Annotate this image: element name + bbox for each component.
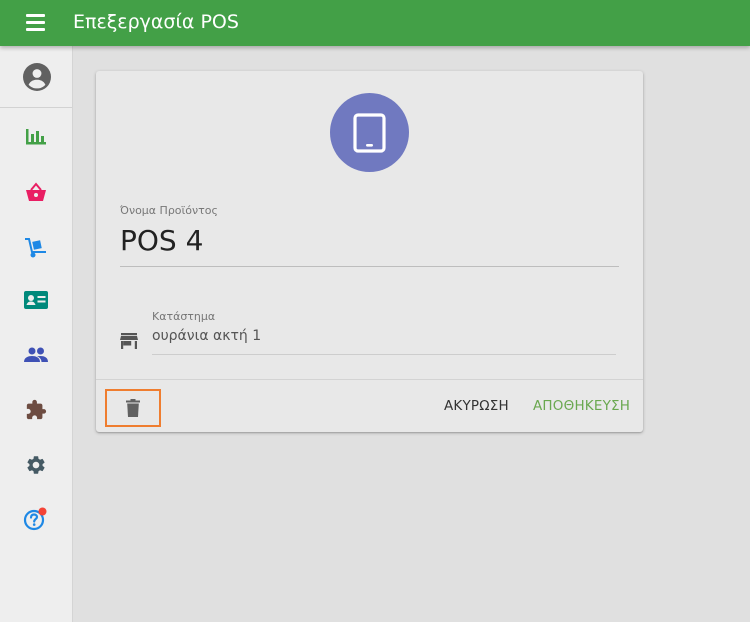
device-avatar xyxy=(330,93,409,172)
sidebar-item-help[interactable] xyxy=(0,497,72,541)
help-icon xyxy=(23,507,47,531)
tablet-icon xyxy=(353,113,386,153)
sidebar xyxy=(0,46,73,622)
cancel-button[interactable]: ΑΚΥΡΩΣΗ xyxy=(444,398,509,414)
sidebar-item-contacts[interactable] xyxy=(0,278,72,322)
sidebar-item-extensions[interactable] xyxy=(0,388,72,432)
trash-icon xyxy=(126,399,140,417)
sidebar-item-deliveries[interactable] xyxy=(0,226,72,270)
card-actions: ΑΚΥΡΩΣΗ ΑΠΟΘΗΚΕΥΣΗ xyxy=(96,379,643,432)
gear-icon xyxy=(27,456,45,474)
menu-icon[interactable] xyxy=(26,14,46,32)
contact-card-icon xyxy=(24,291,48,309)
store-select[interactable]: ουράνια ακτή 1 xyxy=(152,328,261,344)
sidebar-avatar[interactable] xyxy=(0,46,72,108)
bar-chart-icon xyxy=(26,129,46,145)
page-title: Επεξεργασία POS xyxy=(73,11,239,33)
product-name-input[interactable]: POS 4 xyxy=(120,224,203,257)
people-icon xyxy=(24,347,48,362)
account-circle-icon xyxy=(23,63,51,91)
shopping-basket-icon xyxy=(26,182,46,201)
edit-pos-card: Όνομα Προϊόντος POS 4 Κατάστημα ουράνια … xyxy=(96,71,643,432)
product-name-underline xyxy=(120,266,619,267)
product-name-label: Όνομα Προϊόντος xyxy=(120,204,218,217)
sidebar-item-sales[interactable] xyxy=(0,170,72,214)
store-icon xyxy=(120,333,138,349)
puzzle-icon xyxy=(26,399,47,420)
store-label: Κατάστημα xyxy=(152,310,216,323)
notification-badge xyxy=(38,507,47,516)
save-button[interactable]: ΑΠΟΘΗΚΕΥΣΗ xyxy=(533,398,630,414)
delete-button[interactable] xyxy=(105,389,161,427)
app-bar: Επεξεργασία POS xyxy=(0,0,750,46)
sidebar-item-users[interactable] xyxy=(0,333,72,377)
hand-truck-icon xyxy=(25,238,46,258)
store-underline xyxy=(152,354,616,355)
sidebar-item-reports[interactable] xyxy=(0,114,72,158)
sidebar-item-settings[interactable] xyxy=(0,443,72,487)
